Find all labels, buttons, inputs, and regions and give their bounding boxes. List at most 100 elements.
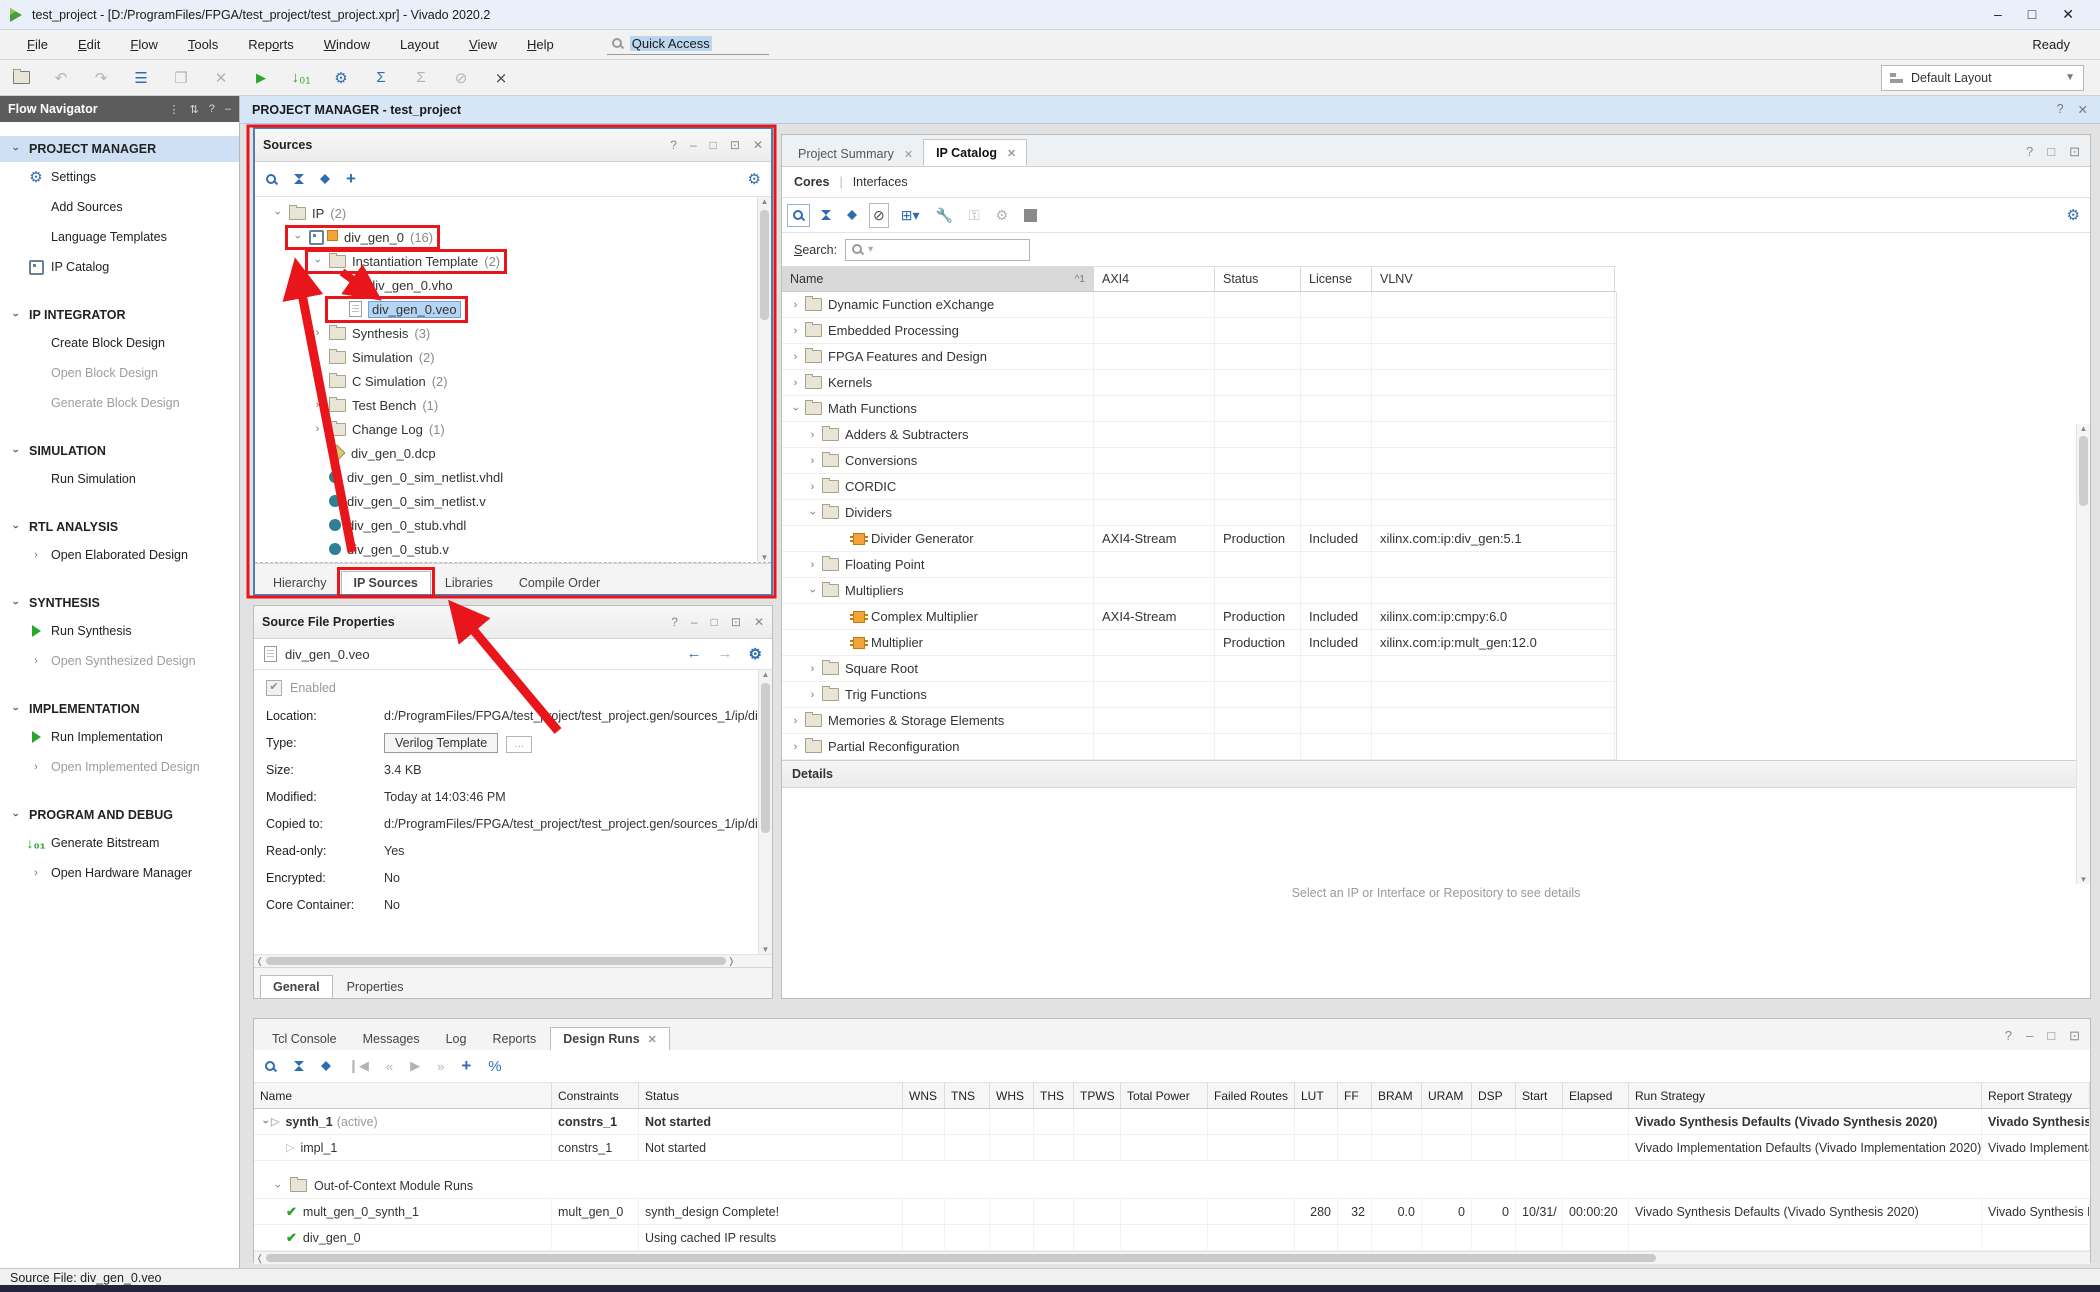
column-header-wns[interactable]: WNS bbox=[903, 1083, 945, 1108]
expand-all-icon[interactable]: ⇅ bbox=[190, 103, 199, 116]
forward-arrow-icon[interactable]: → bbox=[718, 645, 733, 663]
close-icon[interactable]: ✕ bbox=[2062, 6, 2074, 23]
column-header-uram[interactable]: URAM bbox=[1422, 1083, 1472, 1108]
maximize-icon[interactable]: □ bbox=[2028, 6, 2036, 23]
tree-item-change-log[interactable]: ›Change Log(1) bbox=[255, 417, 771, 441]
tab-tcl-console[interactable]: Tcl Console bbox=[260, 1028, 349, 1050]
sfp-horizontal-scrollbar[interactable]: ❬❭ bbox=[254, 954, 772, 967]
cancel-tool-icon[interactable]: ⨯ bbox=[490, 67, 512, 89]
subtab-interfaces[interactable]: Interfaces bbox=[853, 175, 908, 189]
maximize-panel-icon[interactable]: □ bbox=[2047, 144, 2055, 160]
search-icon[interactable] bbox=[264, 1060, 277, 1073]
sidebar-item-open-hardware-manager[interactable]: ›Open Hardware Manager bbox=[0, 858, 239, 888]
menu-layout[interactable]: Layout bbox=[385, 33, 454, 56]
chevron-icon[interactable]: › bbox=[807, 663, 818, 675]
ip-row-dividers[interactable]: ›Dividers bbox=[782, 500, 1616, 526]
sidebar-item-open-block-design[interactable]: Open Block Design bbox=[0, 358, 239, 388]
undo-icon[interactable]: ↶ bbox=[50, 67, 72, 89]
column-header-run-strategy[interactable]: Run Strategy bbox=[1629, 1083, 1982, 1108]
flow-section-header-synthesis[interactable]: ›SYNTHESIS bbox=[0, 590, 239, 616]
column-header-constraints[interactable]: Constraints bbox=[552, 1083, 639, 1108]
sidebar-item-ip-catalog[interactable]: IP Catalog bbox=[0, 252, 239, 282]
float-panel-icon[interactable]: ⊡ bbox=[2069, 1028, 2080, 1044]
layout-selector-dropdown[interactable]: Default Layout ▼ bbox=[1881, 65, 2084, 91]
ip-row-complex-multiplier[interactable]: ›Complex MultiplierAXI4-StreamProduction… bbox=[782, 604, 1616, 630]
close-panel-icon[interactable]: ✕ bbox=[753, 138, 763, 152]
tree-item-synthesis[interactable]: ›Synthesis(3) bbox=[255, 321, 771, 345]
tab-reports[interactable]: Reports bbox=[480, 1028, 548, 1050]
chevron-icon[interactable]: › bbox=[807, 481, 818, 493]
chevron-icon[interactable]: › bbox=[10, 144, 22, 155]
run-row-synth_1[interactable]: ›▷synth_1(active)constrs_1Not startedViv… bbox=[254, 1109, 2090, 1135]
tab-hierarchy[interactable]: Hierarchy bbox=[261, 572, 339, 594]
chevron-icon[interactable]: › bbox=[10, 522, 22, 533]
run-icon[interactable]: ▶ bbox=[250, 67, 272, 89]
chevron-icon[interactable]: › bbox=[790, 741, 801, 753]
chevron-icon[interactable]: › bbox=[790, 715, 801, 727]
tree-item-simulation[interactable]: ›Simulation(2) bbox=[255, 345, 771, 369]
run-row-div_gen_0[interactable]: ✔div_gen_0Using cached IP results bbox=[254, 1225, 2090, 1251]
collapse-all-icon[interactable]: ⋮ bbox=[169, 103, 180, 116]
column-header-name[interactable]: Name bbox=[254, 1083, 552, 1108]
minimize-panel-icon[interactable]: – bbox=[225, 103, 231, 116]
menu-reports[interactable]: Reports bbox=[233, 33, 309, 56]
column-header-report-strategy[interactable]: Report Strategy bbox=[1982, 1083, 2090, 1108]
menu-window[interactable]: Window bbox=[309, 33, 385, 56]
sources-scrollbar[interactable]: ▲▼ bbox=[757, 197, 771, 562]
ip-catalog-scrollbar[interactable]: ▲ ▼ bbox=[2076, 424, 2090, 884]
sidebar-item-run-synthesis[interactable]: Run Synthesis bbox=[0, 616, 239, 646]
column-header-start[interactable]: Start bbox=[1516, 1083, 1563, 1108]
column-header-whs[interactable]: WHS bbox=[990, 1083, 1034, 1108]
minimize-panel-icon[interactable]: – bbox=[2026, 1028, 2033, 1044]
ip-row-dynamic-function-exchange[interactable]: ›Dynamic Function eXchange bbox=[782, 292, 1616, 318]
chevron-icon[interactable]: › bbox=[807, 689, 818, 701]
ip-row-adders-subtracters[interactable]: ›Adders & Subtracters bbox=[782, 422, 1616, 448]
chevron-icon[interactable]: › bbox=[10, 310, 22, 321]
help-icon[interactable]: ? bbox=[2026, 144, 2033, 160]
chevron-icon[interactable]: › bbox=[790, 351, 801, 363]
step-forward-icon[interactable]: » bbox=[437, 1059, 444, 1074]
float-panel-icon[interactable]: ⊡ bbox=[2069, 144, 2080, 160]
chevron-icon[interactable]: › bbox=[272, 1180, 284, 1191]
sidebar-item-open-synthesized-design[interactable]: ›Open Synthesized Design bbox=[0, 646, 239, 676]
generate-bitstream-icon[interactable]: ↓₀₁ bbox=[290, 67, 312, 89]
column-header-axi4[interactable]: AXI4 bbox=[1094, 267, 1215, 291]
ip-row-trig-functions[interactable]: ›Trig Functions bbox=[782, 682, 1616, 708]
chevron-icon[interactable]: › bbox=[272, 208, 284, 219]
help-icon[interactable]: ? bbox=[671, 615, 678, 629]
column-header-name[interactable]: Name^1 bbox=[782, 267, 1094, 291]
resume-icon[interactable]: ▶ bbox=[410, 1058, 420, 1074]
add-sources-icon[interactable]: + bbox=[346, 169, 356, 189]
sidebar-item-generate-block-design[interactable]: Generate Block Design bbox=[0, 388, 239, 418]
subtab-cores[interactable]: Cores bbox=[794, 175, 829, 189]
chevron-icon[interactable]: › bbox=[807, 507, 819, 518]
menu-view[interactable]: View bbox=[454, 33, 512, 56]
float-panel-icon[interactable]: ⊡ bbox=[730, 138, 740, 152]
flow-section-header-simulation[interactable]: ›SIMULATION bbox=[0, 438, 239, 464]
tab-libraries[interactable]: Libraries bbox=[433, 572, 505, 594]
ip-row-cordic[interactable]: ›CORDIC bbox=[782, 474, 1616, 500]
close-icon[interactable]: ✕ bbox=[648, 1034, 657, 1046]
sidebar-item-run-implementation[interactable]: Run Implementation bbox=[0, 722, 239, 752]
sidebar-item-language-templates[interactable]: Language Templates bbox=[0, 222, 239, 252]
collapse-all-icon[interactable] bbox=[294, 1061, 304, 1071]
maximize-panel-icon[interactable]: □ bbox=[711, 615, 718, 629]
chevron-icon[interactable]: › bbox=[807, 429, 818, 441]
license-key-icon[interactable]: ⚿ bbox=[969, 207, 980, 224]
sidebar-item-add-sources[interactable]: Add Sources bbox=[0, 192, 239, 222]
step-back-icon[interactable]: « bbox=[386, 1059, 393, 1074]
ip-row-square-root[interactable]: ›Square Root bbox=[782, 656, 1616, 682]
collapse-all-icon[interactable] bbox=[821, 210, 831, 220]
paste-icon[interactable]: ❐ bbox=[170, 67, 192, 89]
ip-row-fpga-features-and-design[interactable]: ›FPGA Features and Design bbox=[782, 344, 1616, 370]
flow-section-header-program-and-debug[interactable]: ›PROGRAM AND DEBUG bbox=[0, 802, 239, 828]
chevron-icon[interactable]: › bbox=[312, 351, 323, 363]
tree-item-ip[interactable]: ›IP(2) bbox=[255, 201, 771, 225]
delete-icon[interactable]: ✕ bbox=[210, 67, 232, 89]
chevron-icon[interactable]: › bbox=[790, 403, 802, 414]
close-icon[interactable]: ✕ bbox=[1007, 147, 1016, 160]
float-panel-icon[interactable]: ⊡ bbox=[731, 615, 741, 629]
flow-section-header-project-manager[interactable]: ›PROJECT MANAGER bbox=[0, 136, 239, 162]
minimize-panel-icon[interactable]: – bbox=[690, 138, 697, 152]
flow-section-header-implementation[interactable]: ›IMPLEMENTATION bbox=[0, 696, 239, 722]
